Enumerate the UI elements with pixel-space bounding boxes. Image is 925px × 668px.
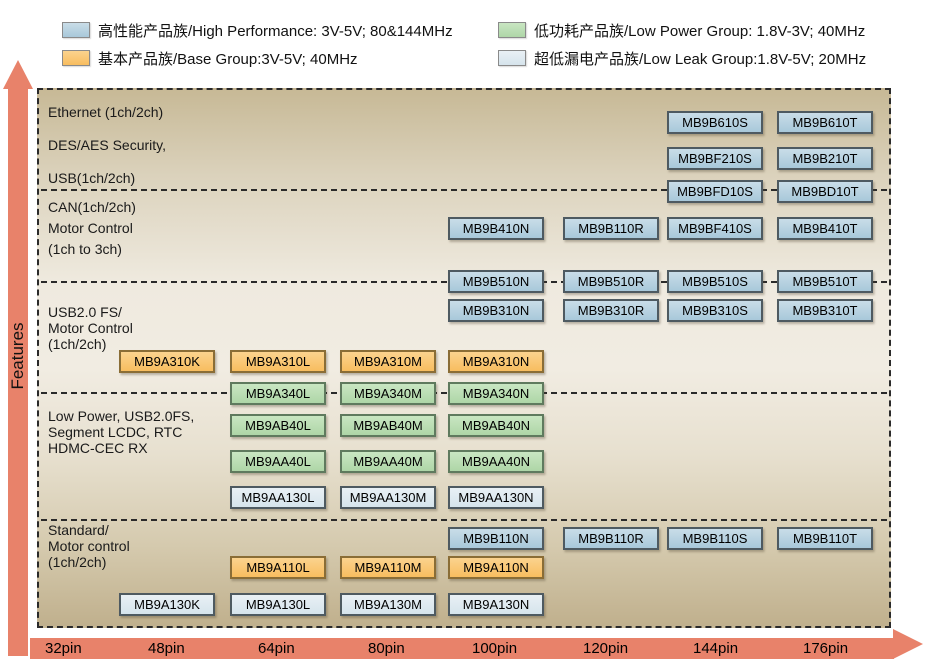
legend-swatch-base [62,50,90,66]
chip-MB9A340N: MB9A340N [448,382,544,405]
chip-MB9B410N: MB9B410N [448,217,544,240]
chip-MB9B310N: MB9B310N [448,299,544,322]
pin-label-80pin: 80pin [368,640,405,657]
chip-MB9A310K: MB9A310K [119,350,215,373]
chip-MB9A130L: MB9A130L [230,593,326,616]
chip-MB9B610S: MB9B610S [667,111,763,134]
chip-MB9A110L: MB9A110L [230,556,326,579]
chip-MB9B310S: MB9B310S [667,299,763,322]
chip-MB9A130M: MB9A130M [340,593,436,616]
chip-MB9AA130M: MB9AA130M [340,486,436,509]
legend-label: 低功耗产品族/Low Power Group: 1.8V-3V; 40MHz [534,20,865,41]
chip-MB9BFD10S: MB9BFD10S [667,180,763,203]
chip-MB9B510R: MB9B510R [563,270,659,293]
chip-MB9A340M: MB9A340M [340,382,436,405]
chip-MB9B110N: MB9B110N [448,527,544,550]
chip-MB9AB40L: MB9AB40L [230,414,326,437]
features-axis-arrow-icon [3,60,33,89]
chip-MB9B210T: MB9B210T [777,147,873,170]
chip-MB9AB40M: MB9AB40M [340,414,436,437]
chip-MB9A340L: MB9A340L [230,382,326,405]
chip-MB9AA40M: MB9AA40M [340,450,436,473]
section-divider [41,519,887,521]
chip-MB9B610T: MB9B610T [777,111,873,134]
chip-MB9AA130L: MB9AA130L [230,486,326,509]
chip-MB9B110R: MB9B110R [563,217,659,240]
pin-label-120pin: 120pin [583,640,628,657]
pin-label-32pin: 32pin [45,640,82,657]
chip-MB9A130K: MB9A130K [119,593,215,616]
chip-MB9AA130N: MB9AA130N [448,486,544,509]
legend-label: 高性能产品族/High Performance: 3V-5V; 80&144MH… [98,20,453,41]
chip-MB9A310N: MB9A310N [448,350,544,373]
chip-MB9AB40N: MB9AB40N [448,414,544,437]
section-label-ethernet-usb: Ethernet (1ch/2ch) DES/AES Security, USB… [48,96,166,195]
section-label-can-motor: CAN(1ch/2ch) Motor Control (1ch to 3ch) [48,197,136,260]
legend-label: 超低漏电产品族/Low Leak Group:1.8V-5V; 20MHz [534,48,866,69]
chip-MB9B510T: MB9B510T [777,270,873,293]
chip-MB9B510N: MB9B510N [448,270,544,293]
section-label-standard: Standard/ Motor control (1ch/2ch) [48,522,130,570]
chip-MB9A110M: MB9A110M [340,556,436,579]
chip-MB9AA40N: MB9AA40N [448,450,544,473]
chip-MB9B310T: MB9B310T [777,299,873,322]
chip-MB9B110R: MB9B110R [563,527,659,550]
chip-MB9BD10T: MB9BD10T [777,180,873,203]
pin-label-64pin: 64pin [258,640,295,657]
legend-item-lowpower: 低功耗产品族/Low Power Group: 1.8V-3V; 40MHz [498,20,865,40]
chip-MB9AA40L: MB9AA40L [230,450,326,473]
chip-MB9A110N: MB9A110N [448,556,544,579]
section-label-usb20fs-motor: USB2.0 FS/ Motor Control (1ch/2ch) [48,304,133,352]
legend-item-lowleak: 超低漏电产品族/Low Leak Group:1.8V-5V; 20MHz [498,48,866,68]
chip-MB9BF410S: MB9BF410S [667,217,763,240]
features-axis-label: Features [8,322,28,389]
product-roadmap-diagram: 高性能产品族/High Performance: 3V-5V; 80&144MH… [0,0,925,668]
legend-item-base: 基本产品族/Base Group:3V-5V; 40MHz [62,48,358,68]
legend-swatch-lowleak [498,50,526,66]
legend-swatch-hp [62,22,90,38]
pins-axis-arrow-icon [893,629,923,659]
chip-MB9B510S: MB9B510S [667,270,763,293]
chip-MB9A130N: MB9A130N [448,593,544,616]
chip-MB9BF210S: MB9BF210S [667,147,763,170]
legend-swatch-lowpower [498,22,526,38]
chip-MB9B110S: MB9B110S [667,527,763,550]
legend-item-hp: 高性能产品族/High Performance: 3V-5V; 80&144MH… [62,20,453,40]
chip-MB9B310R: MB9B310R [563,299,659,322]
pin-label-100pin: 100pin [472,640,517,657]
chip-MB9B410T: MB9B410T [777,217,873,240]
legend-label: 基本产品族/Base Group:3V-5V; 40MHz [98,48,358,69]
pin-label-176pin: 176pin [803,640,848,657]
chip-MB9A310L: MB9A310L [230,350,326,373]
pin-label-144pin: 144pin [693,640,738,657]
chip-MB9A310M: MB9A310M [340,350,436,373]
section-label-low-power: Low Power, USB2.0FS, Segment LCDC, RTC H… [48,408,194,456]
chip-MB9B110T: MB9B110T [777,527,873,550]
pin-label-48pin: 48pin [148,640,185,657]
